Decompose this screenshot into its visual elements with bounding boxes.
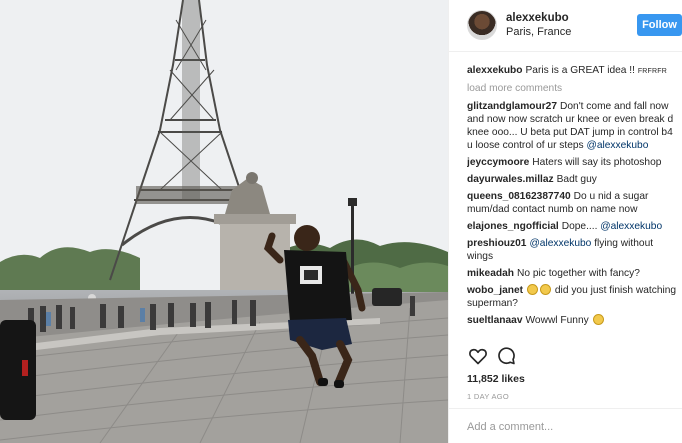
comment-text: Wowwl Funny <box>525 315 589 326</box>
comment-username[interactable]: glitzandglamour27 <box>467 101 557 112</box>
comment-username[interactable]: dayurwales.millaz <box>467 174 554 185</box>
comment-item: elajones_ngofficial Dope.... @alexxekubo <box>467 220 679 233</box>
post-photo[interactable] <box>0 0 448 443</box>
comment-text: Dope.... <box>561 221 598 232</box>
comment-item: preshiouz01 @alexxekubo flying without wi… <box>467 237 679 263</box>
comment-item: mikeadah No pic together with fancy? <box>467 267 679 280</box>
comment-item: glitzandglamour27 Don't come and fall now… <box>467 100 679 152</box>
comment-mention-link[interactable]: @alexxekubo <box>600 221 662 232</box>
follow-button[interactable]: Follow <box>637 14 682 36</box>
comment-username[interactable]: sueltlanaav <box>467 315 523 326</box>
comment-username[interactable]: elajones_ngofficial <box>467 221 559 232</box>
comment-text: No pic together with fancy? <box>517 268 640 279</box>
laughing-emoji-icon <box>592 314 604 325</box>
post-header: alexxekubo Paris, France Follow <box>449 0 682 52</box>
comments-list[interactable]: alexxekubo Paris is a GREAT idea !! FRFRF… <box>467 64 679 341</box>
comment-username[interactable]: wobo_janet <box>467 285 523 296</box>
caption-username[interactable]: alexxekubo <box>467 65 523 76</box>
face-emoji-icon <box>540 284 552 295</box>
comment-button[interactable] <box>495 346 517 368</box>
post-side-panel: alexxekubo Paris, France Follow alexxeku… <box>448 0 682 443</box>
comment-username[interactable]: mikeadah <box>467 268 514 279</box>
comment-username[interactable]: queens_08162387740 <box>467 191 571 202</box>
comment-mention-link[interactable]: @alexxekubo <box>529 238 591 249</box>
likes-count[interactable]: 11,852 likes <box>467 373 525 385</box>
comment-item: dayurwales.millaz Badt guy <box>467 173 679 186</box>
comment-item: wobo_janet did you just finish watching … <box>467 284 679 310</box>
comment-text: Badt guy <box>556 174 597 185</box>
speech-bubble-icon <box>498 347 515 365</box>
caption: alexxekubo Paris is a GREAT idea !! FRFRF… <box>467 64 679 78</box>
post-username[interactable]: alexxekubo <box>506 12 569 24</box>
comment-item: sueltlanaav Wowwl Funny <box>467 314 679 327</box>
comment-username[interactable]: jeyccymoore <box>467 157 529 168</box>
like-button[interactable] <box>467 346 489 368</box>
avatar[interactable] <box>467 10 497 40</box>
load-more-comments-link[interactable]: load more comments <box>467 82 679 95</box>
comment-text: Haters will say its photoshop <box>532 157 662 168</box>
caption-text: Paris is a GREAT idea !! <box>525 65 635 76</box>
paris-scene-image <box>0 0 448 443</box>
post-actions <box>467 346 527 368</box>
comment-item: jeyccymoore Haters will say its photoshop <box>467 156 679 169</box>
post-location[interactable]: Paris, France <box>506 26 571 38</box>
face-emoji-icon <box>527 284 539 295</box>
comment-item: queens_08162387740 Do u nid a sugar mum/d… <box>467 190 679 216</box>
caption-suffix: FRFRFR <box>637 68 668 75</box>
comment-username[interactable]: preshiouz01 <box>467 238 526 249</box>
comment-mention-link[interactable]: @alexxekubo <box>587 140 649 151</box>
add-comment-bar <box>449 408 682 443</box>
heart-outline-icon <box>469 348 487 365</box>
post-time-ago: 1 DAY AGO <box>467 392 510 401</box>
add-comment-input[interactable] <box>467 418 665 436</box>
